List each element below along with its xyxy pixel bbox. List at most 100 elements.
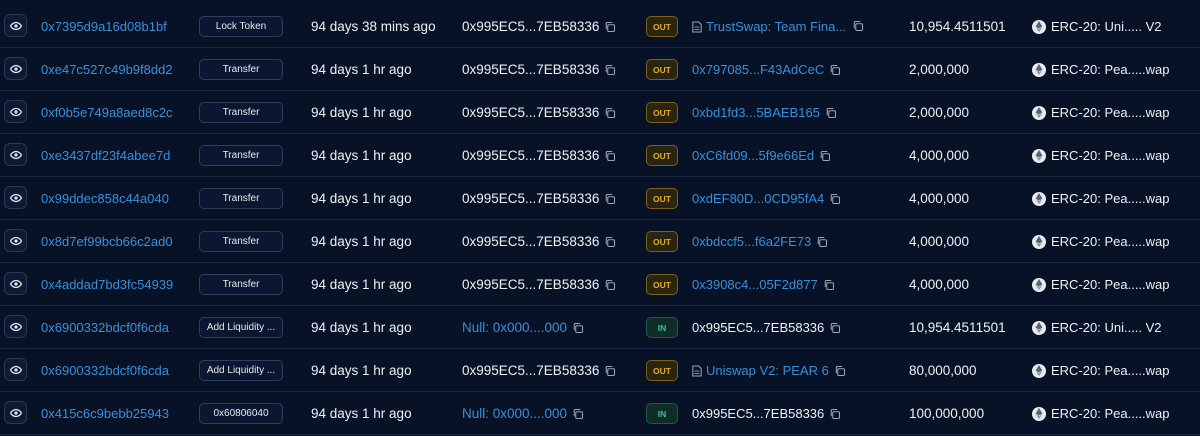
amount-text: 80,000,000 [909,363,977,378]
direction-badge: OUT [646,188,678,209]
copy-icon[interactable] [829,322,841,334]
copy-icon[interactable] [816,236,828,248]
direction-badge: OUT [646,59,678,80]
token-name: ERC-20: Pea.....wap [1051,191,1170,206]
token-cell[interactable]: ERC-20: Pea.....wap [1032,263,1170,306]
amount-text: 10,954.4511501 [909,320,1006,335]
ethereum-icon [1032,19,1046,34]
amount-text: 4,000,000 [909,234,970,249]
copy-icon[interactable] [604,107,616,119]
txn-hash-link[interactable]: 0xe47c527c49b9f8dd2 [41,48,173,91]
from-address-link[interactable]: 0x995EC5...7EB58336 [462,234,599,249]
to-address-link[interactable]: 0x995EC5...7EB58336 [692,406,824,421]
to-address-link[interactable]: 0xdEF80D...0CD95fA4 [692,191,824,206]
direction-badge: IN [646,317,678,338]
txn-hash-link[interactable]: 0x4addad7bd3fc54939 [41,263,173,306]
to-address-link[interactable]: TrustSwap: Team Fina... [706,19,846,34]
amount-text: 2,000,000 [909,62,970,77]
to-address-link[interactable]: 0xC6fd09...5f9e66Ed [692,148,814,163]
from-address: Null: 0x000....000 [462,392,584,435]
age-text: 94 days 38 mins ago [311,19,436,34]
from-address-link[interactable]: 0x995EC5...7EB58336 [462,19,599,34]
token-name: ERC-20: Pea.....wap [1051,234,1170,249]
token-cell[interactable]: ERC-20: Pea.....wap [1032,349,1170,392]
view-details-button[interactable] [4,358,27,381]
copy-icon[interactable] [604,193,616,205]
direction-badge: OUT [646,360,678,381]
token-cell[interactable]: ERC-20: Pea.....wap [1032,220,1170,263]
copy-icon[interactable] [825,107,837,119]
txn-hash-link[interactable]: 0xe3437df23f4abee7d [41,134,170,177]
token-transfers-table: 0x7395d9a16d08b1bf Lock Token 94 days 38… [0,0,1200,436]
to-address: 0x995EC5...7EB58336 [692,392,841,435]
view-details-button[interactable] [4,272,27,295]
txn-hash-link[interactable]: 0x8d7ef99bcb66c2ad0 [41,220,173,263]
token-name: ERC-20: Pea.....wap [1051,277,1170,292]
to-address-link[interactable]: Uniswap V2: PEAR 6 [706,363,829,378]
copy-icon[interactable] [604,64,616,76]
view-details-button[interactable] [4,57,27,80]
txn-hash-link[interactable]: 0x415c6c9bebb25943 [41,392,169,435]
to-address-link[interactable]: 0xbdccf5...f6a2FE73 [692,234,811,249]
age-text: 94 days 1 hr ago [311,320,412,335]
view-details-button[interactable] [4,186,27,209]
from-address-link[interactable]: 0x995EC5...7EB58336 [462,277,599,292]
from-address-link[interactable]: Null: 0x000....000 [462,406,567,421]
txn-hash-link[interactable]: 0x99ddec858c44a040 [41,177,169,220]
ethereum-icon [1032,191,1046,206]
ethereum-icon [1032,363,1046,378]
copy-icon[interactable] [604,279,616,291]
view-details-button[interactable] [4,229,27,252]
txn-hash-link[interactable]: 0xf0b5e749a8aed8c2c [41,91,173,134]
view-details-button[interactable] [4,14,27,37]
copy-icon[interactable] [834,365,846,377]
ethereum-icon [1032,406,1046,421]
from-address-link[interactable]: 0x995EC5...7EB58336 [462,363,599,378]
token-cell[interactable]: ERC-20: Uni..... V2 [1032,5,1162,48]
from-address-link[interactable]: Null: 0x000....000 [462,320,567,335]
to-address-link[interactable]: 0xbd1fd3...5BAEB165 [692,105,820,120]
copy-icon[interactable] [604,150,616,162]
view-details-button[interactable] [4,315,27,338]
token-cell[interactable]: ERC-20: Pea.....wap [1032,177,1170,220]
from-address-link[interactable]: 0x995EC5...7EB58336 [462,191,599,206]
table-row: 0xe47c527c49b9f8dd2 Transfer 94 days 1 h… [0,48,1200,91]
copy-icon[interactable] [829,193,841,205]
copy-icon[interactable] [604,21,616,33]
token-cell[interactable]: ERC-20: Uni..... V2 [1032,306,1162,349]
from-address-link[interactable]: 0x995EC5...7EB58336 [462,105,599,120]
view-details-button[interactable] [4,100,27,123]
copy-icon[interactable] [572,322,584,334]
token-cell[interactable]: ERC-20: Pea.....wap [1032,91,1170,134]
eye-icon [9,364,22,376]
from-address-link[interactable]: 0x995EC5...7EB58336 [462,62,599,77]
direction-badge: OUT [646,274,678,295]
token-cell[interactable]: ERC-20: Pea.....wap [1032,134,1170,177]
to-address-link[interactable]: 0x995EC5...7EB58336 [692,320,824,335]
copy-icon[interactable] [829,64,841,76]
to-address: 0xC6fd09...5f9e66Ed [692,134,831,177]
copy-icon[interactable] [852,20,864,32]
copy-icon[interactable] [604,365,616,377]
age-text: 94 days 1 hr ago [311,62,412,77]
token-cell[interactable]: ERC-20: Pea.....wap [1032,48,1170,91]
txn-hash-link[interactable]: 0x7395d9a16d08b1bf [41,5,167,48]
to-address-link[interactable]: 0x3908c4...05F2d877 [692,277,818,292]
copy-icon[interactable] [823,279,835,291]
token-cell[interactable]: ERC-20: Pea.....wap [1032,392,1170,435]
view-details-button[interactable] [4,143,27,166]
eye-icon [9,149,22,161]
copy-icon[interactable] [572,408,584,420]
to-address: 0xdEF80D...0CD95fA4 [692,177,841,220]
token-name: ERC-20: Pea.....wap [1051,148,1170,163]
txn-hash-link[interactable]: 0x6900332bdcf0f6cda [41,306,169,349]
copy-icon[interactable] [604,236,616,248]
from-address-link[interactable]: 0x995EC5...7EB58336 [462,148,599,163]
txn-hash-link[interactable]: 0x6900332bdcf0f6cda [41,349,169,392]
copy-icon[interactable] [819,150,831,162]
method-badge: Transfer [199,59,283,80]
method-badge: Transfer [199,231,283,252]
to-address-link[interactable]: 0x797085...F43AdCeC [692,62,824,77]
view-details-button[interactable] [4,401,27,424]
copy-icon[interactable] [829,408,841,420]
